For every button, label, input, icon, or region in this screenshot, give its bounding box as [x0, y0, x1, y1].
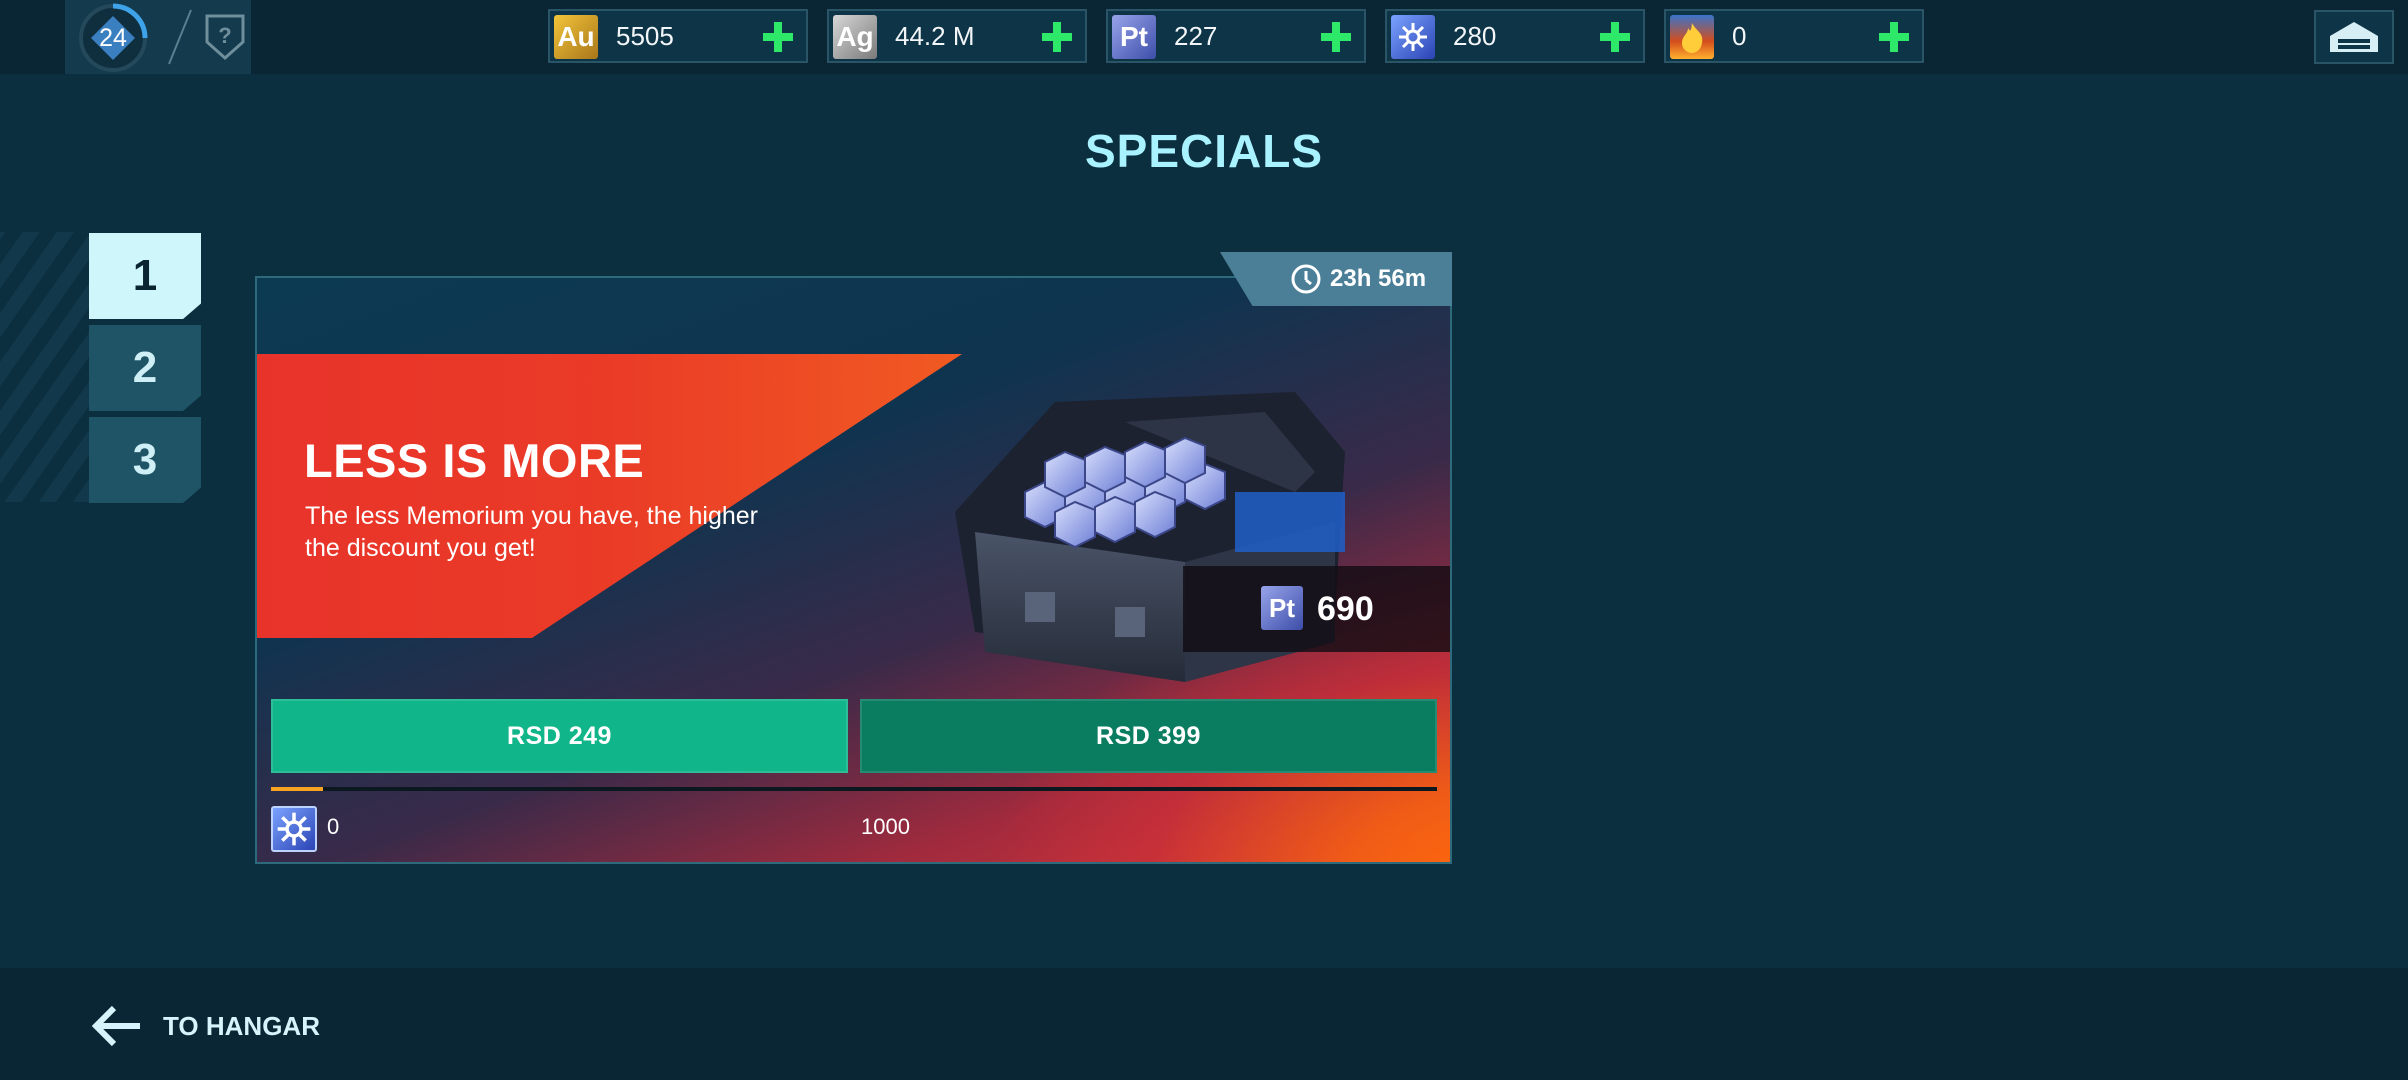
help-shield-icon[interactable]: ? — [203, 12, 247, 62]
platinum-icon: Pt — [1112, 15, 1156, 59]
memorium-progress-bar — [271, 787, 1437, 791]
add-gold-plus-icon[interactable] — [760, 19, 796, 55]
divider — [168, 9, 192, 65]
fire-icon — [1670, 15, 1714, 59]
silver-icon: Ag — [833, 15, 877, 59]
add-memorium-plus-icon[interactable] — [1597, 19, 1633, 55]
tab-1[interactable]: 1 — [89, 233, 201, 319]
offer-price-value: 690 — [1317, 590, 1374, 628]
memorium-icon — [271, 806, 317, 852]
tab-2[interactable]: 2 — [89, 325, 201, 411]
top-bar: 24 ? Au 5505 Ag 44.2 M Pt 227 280 0 — [0, 0, 2408, 74]
buy-option-2-button[interactable]: RSD 399 — [860, 699, 1437, 773]
to-hangar-label: TO HANGAR — [163, 1011, 320, 1041]
arrow-left-icon — [91, 1005, 140, 1047]
hangar-button[interactable] — [2314, 10, 2394, 64]
memorium-progress-fill — [271, 787, 324, 791]
memorium-amount: 280 — [1453, 21, 1497, 51]
fire-amount: 0 — [1732, 21, 1747, 51]
buy-option-1-button[interactable]: RSD 249 — [271, 699, 848, 773]
add-silver-plus-icon[interactable] — [1039, 19, 1075, 55]
progress-min-value: 0 — [327, 814, 340, 839]
tabs-backdrop — [0, 232, 90, 502]
memorium-currency[interactable]: 280 — [1385, 9, 1645, 63]
platinum-icon: Pt — [1261, 586, 1303, 630]
offer-timer: 23h 56m — [1220, 252, 1452, 306]
offer-banner — [257, 354, 962, 638]
hangar-icon — [2330, 22, 2378, 52]
clock-icon — [1291, 264, 1321, 294]
gold-icon: Au — [554, 15, 598, 59]
memorium-icon — [1391, 15, 1435, 59]
offer-price-tag: Pt 690 — [1183, 566, 1450, 652]
platinum-amount: 227 — [1174, 21, 1218, 51]
silver-currency[interactable]: Ag 44.2 M — [827, 9, 1087, 63]
svg-text:?: ? — [218, 23, 231, 48]
gold-currency[interactable]: Au 5505 — [548, 9, 808, 63]
bottom-bar: TO HANGAR — [0, 968, 2408, 1080]
page-title: SPECIALS — [1084, 125, 1324, 177]
to-hangar-button[interactable]: TO HANGAR — [88, 1000, 348, 1052]
special-offer-card: LESS IS MORE The less Memorium you have,… — [255, 276, 1452, 864]
offer-time-remaining: 23h 56m — [1330, 265, 1427, 292]
offer-title: LESS IS MORE — [304, 434, 645, 487]
platinum-currency[interactable]: Pt 227 — [1106, 9, 1366, 63]
player-level: 24 — [99, 23, 127, 52]
add-platinum-plus-icon[interactable] — [1318, 19, 1354, 55]
gold-amount: 5505 — [616, 21, 674, 51]
tab-3[interactable]: 3 — [89, 417, 201, 503]
silver-amount: 44.2 M — [895, 21, 975, 51]
fire-currency[interactable]: 0 — [1664, 9, 1924, 63]
add-fire-plus-icon[interactable] — [1876, 19, 1912, 55]
progress-max-value: 1000 — [861, 814, 910, 839]
offer-description: The less Memorium you have, the higher t… — [305, 502, 758, 562]
player-level-panel[interactable]: 24 ? — [65, 0, 251, 74]
